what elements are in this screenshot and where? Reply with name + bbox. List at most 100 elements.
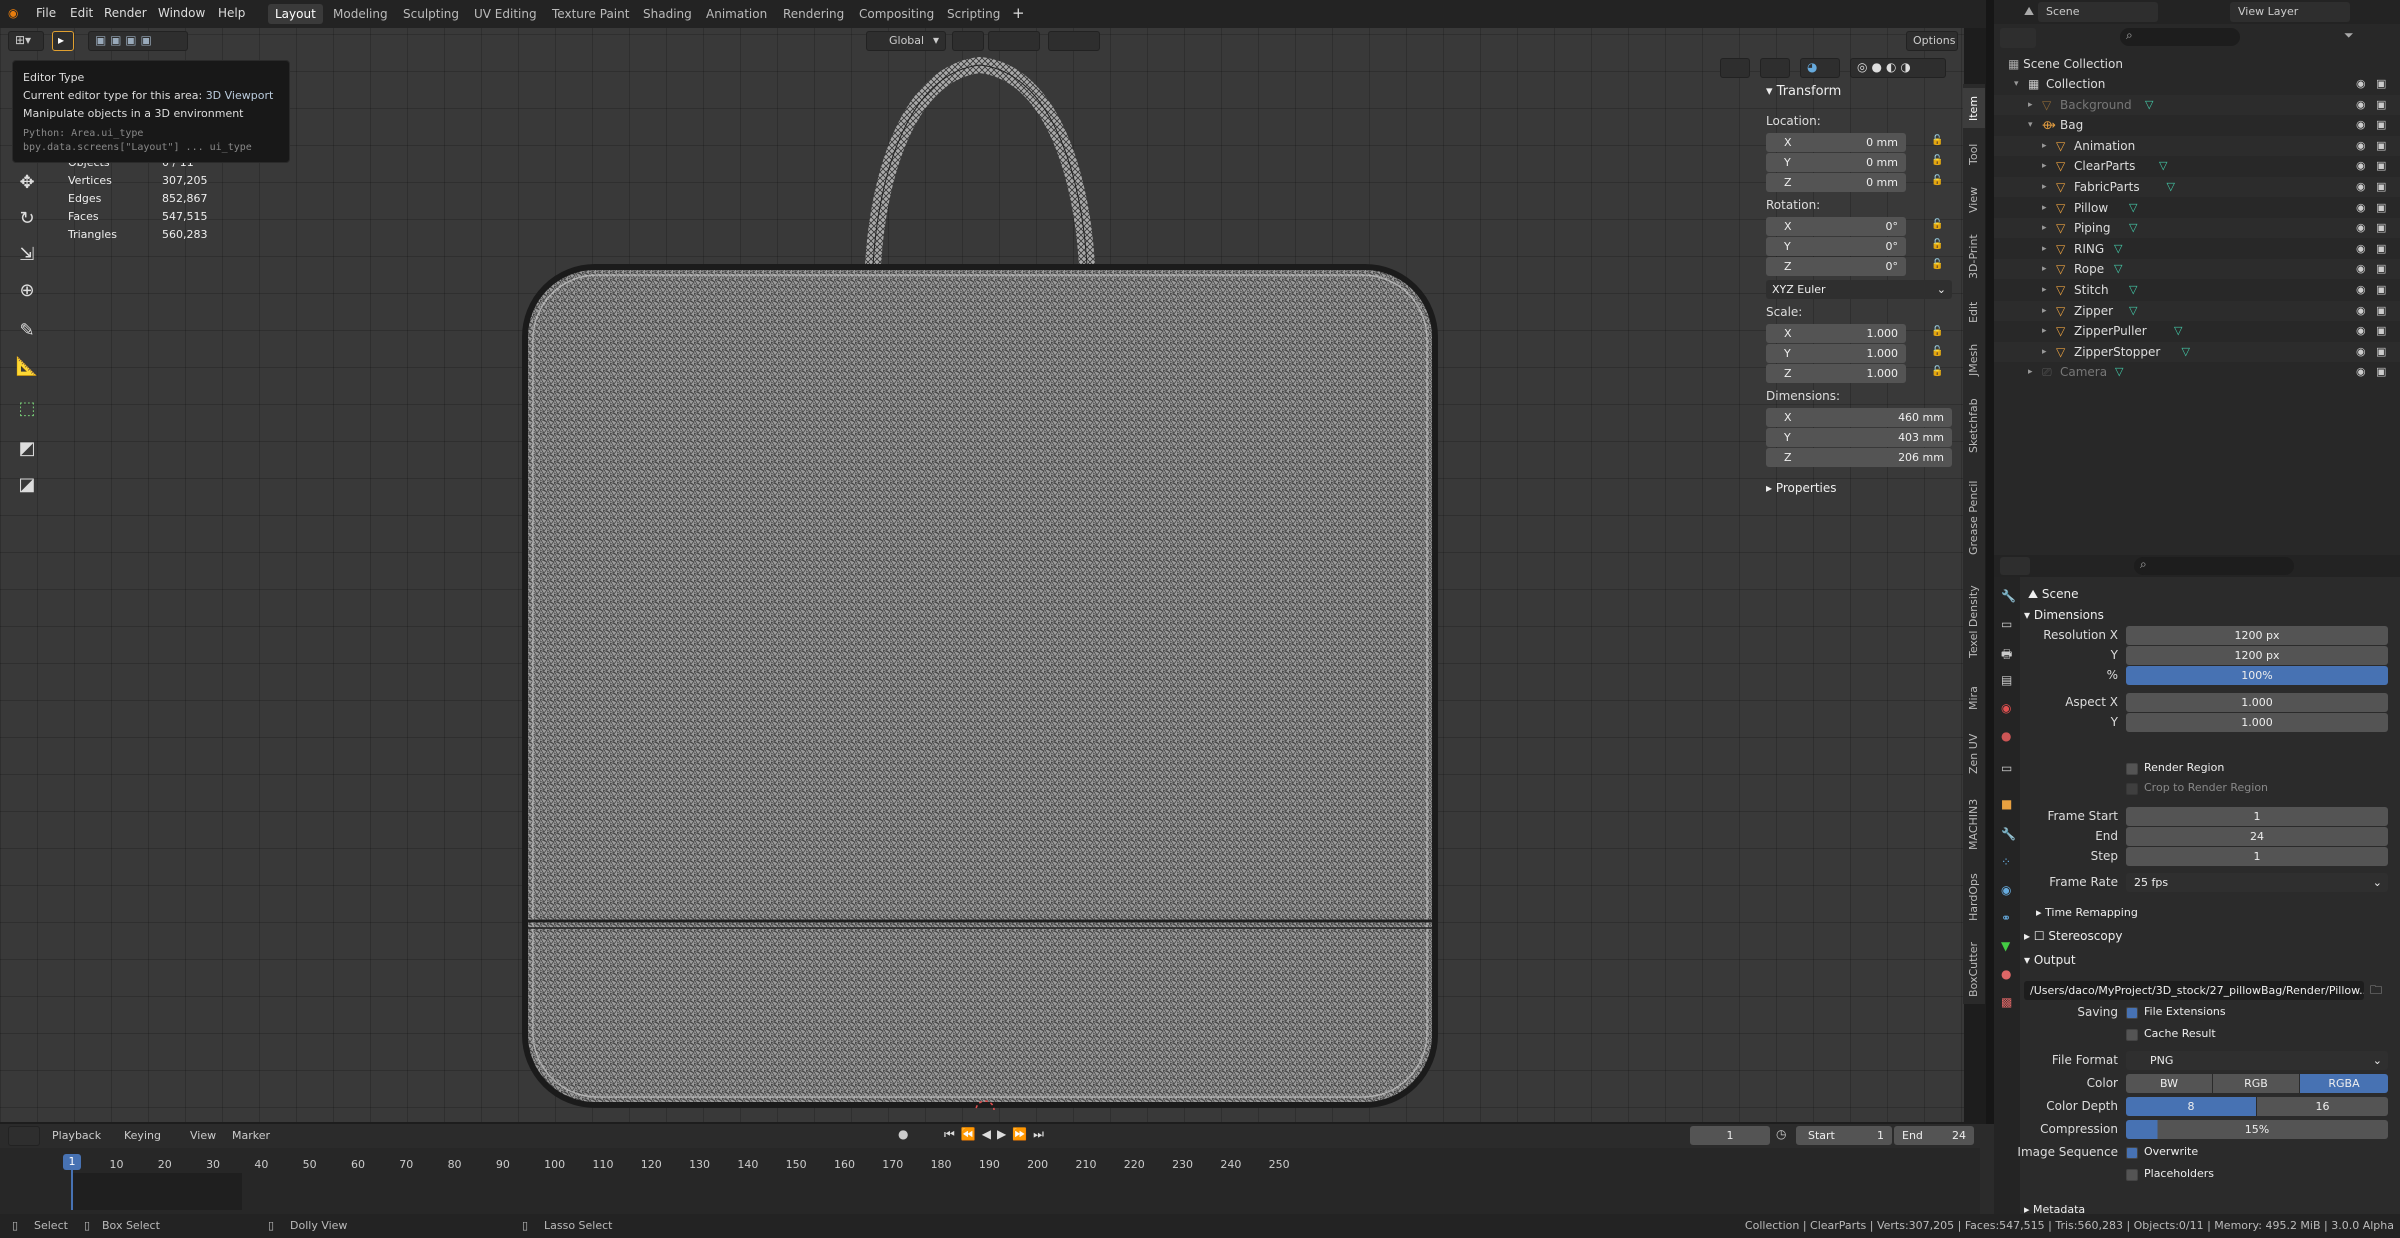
outliner-row[interactable]: ▸ ⎚ Camera ▽ ◉ ▣: [1994, 362, 2400, 382]
resolution-y-field[interactable]: 1200 px: [2126, 646, 2388, 665]
render-camera-icon[interactable]: ▣: [2376, 156, 2386, 176]
properties-subpanel[interactable]: ▸ Properties: [1766, 481, 1837, 495]
folder-icon[interactable]: 🗀: [2370, 981, 2382, 1002]
outliner-row[interactable]: ▸ ▽ FabricParts ▽ ◉ ▣: [1994, 177, 2400, 197]
color-depth-8-button[interactable]: 8: [2126, 1097, 2256, 1116]
options-dropdown[interactable]: Options: [1906, 31, 1958, 51]
expand-arrow-icon[interactable]: ▸: [2042, 259, 2047, 279]
render-camera-icon[interactable]: ▣: [2376, 95, 2386, 115]
output-panel-header[interactable]: ▾ Output: [2024, 953, 2076, 967]
tab-hardops[interactable]: HardOps: [1963, 866, 1985, 928]
proportional-edit-buttons[interactable]: [1048, 31, 1100, 51]
end-frame-field[interactable]: End 24: [1894, 1126, 1974, 1145]
rotation-y-field[interactable]: Y 0°: [1766, 237, 1906, 256]
outliner-row[interactable]: ▸ ▽ RING ▽ ◉ ▣: [1994, 239, 2400, 259]
file-extensions-checkbox[interactable]: [2126, 1007, 2138, 1019]
lock-icon[interactable]: 🔓: [1931, 155, 1943, 166]
render-camera-icon[interactable]: ▣: [2376, 218, 2386, 238]
add-workspace-icon[interactable]: +: [1012, 4, 1025, 22]
workspace-tab-rendering[interactable]: Rendering: [776, 4, 851, 24]
output-icon[interactable]: 🖶: [2001, 645, 2012, 666]
visibility-eye-icon[interactable]: ◉: [2356, 177, 2366, 197]
view-menu[interactable]: View: [190, 1129, 216, 1142]
color-depth-16-button[interactable]: 16: [2257, 1097, 2388, 1116]
frame-rate-dropdown[interactable]: 25 fps ⌄: [2126, 873, 2388, 892]
expand-arrow-icon[interactable]: ▸: [2042, 342, 2047, 362]
editor-type-button[interactable]: [8, 1126, 40, 1146]
outliner-row-scene-collection[interactable]: ▦ Scene Collection: [1994, 54, 2400, 74]
mesh-data-icon[interactable]: ▽: [2145, 95, 2153, 115]
snap-buttons[interactable]: [988, 31, 1040, 51]
color-rgba-button[interactable]: RGBA: [2300, 1074, 2388, 1093]
time-remapping-subpanel[interactable]: ▸ Time Remapping: [2036, 906, 2138, 919]
overlay-toggle[interactable]: ◕: [1800, 58, 1840, 78]
material-icon[interactable]: ●: [2001, 967, 2011, 981]
render-region-checkbox[interactable]: [2126, 763, 2138, 775]
expand-arrow-icon[interactable]: ▸: [2028, 362, 2033, 382]
outliner-row[interactable]: ▾ ⟴ Bag ◉ ▣: [1994, 115, 2400, 135]
workspace-tab-animation[interactable]: Animation: [699, 4, 774, 24]
render-camera-icon[interactable]: ▣: [2376, 136, 2386, 156]
tab-machin3[interactable]: MACHIN3: [1963, 788, 1985, 860]
workspace-tab-shading[interactable]: Shading: [636, 4, 699, 24]
current-frame-field[interactable]: 1: [1690, 1126, 1770, 1145]
visibility-dropdown[interactable]: [1720, 58, 1750, 78]
cache-result-checkbox[interactable]: [2126, 1029, 2138, 1041]
tab-item[interactable]: Item: [1963, 88, 1985, 128]
shading-mode-buttons[interactable]: ◎●◐◑: [1850, 58, 1946, 78]
lock-icon[interactable]: 🔓: [1931, 219, 1943, 230]
playback-controls[interactable]: ⏮⏪◀▶⏩⏭: [944, 1127, 1050, 1142]
expand-arrow-icon[interactable]: ▸: [2042, 301, 2047, 321]
frame-step-field[interactable]: 1: [2126, 847, 2388, 866]
transform-header[interactable]: ▾ Transform: [1766, 84, 1841, 99]
mesh-data-icon[interactable]: ▽: [2129, 198, 2137, 218]
render-camera-icon[interactable]: ▣: [2376, 259, 2386, 279]
modifier-icon[interactable]: 🔧: [2001, 827, 2016, 841]
outliner-row[interactable]: ▸ ▽ ZipperPuller ▽ ◉ ▣: [1994, 321, 2400, 341]
resolution-x-field[interactable]: 1200 px: [2126, 626, 2388, 645]
visibility-eye-icon[interactable]: ◉: [2356, 156, 2366, 176]
view-layer-selector[interactable]: View Layer: [2230, 2, 2350, 22]
outliner-row[interactable]: ▸ ▽ Pillow ▽ ◉ ▣: [1994, 198, 2400, 218]
data-icon[interactable]: ▼: [2001, 939, 2010, 953]
aspect-x-field[interactable]: 1.000: [2126, 693, 2388, 712]
workspace-tab-layout[interactable]: Layout: [268, 4, 323, 24]
expand-arrow-icon[interactable]: ▸: [2042, 218, 2047, 238]
move-tool-icon[interactable]: ✥: [14, 170, 40, 196]
tab-tool[interactable]: Tool: [1963, 134, 1985, 174]
aspect-y-field[interactable]: 1.000: [2126, 713, 2388, 732]
overwrite-checkbox[interactable]: [2126, 1147, 2138, 1159]
particles-icon[interactable]: ⁘: [2001, 855, 2011, 869]
render-camera-icon[interactable]: ▣: [2376, 198, 2386, 218]
mesh-data-icon[interactable]: ▽: [2159, 156, 2167, 176]
selection-mode-buttons[interactable]: ▣ ▣ ▣ ▣: [88, 31, 188, 51]
mesh-data-icon[interactable]: ▽: [2129, 280, 2137, 300]
lock-icon[interactable]: 🔓: [1931, 135, 1943, 146]
dimension-z-field[interactable]: Z 206 mm: [1766, 448, 1952, 467]
visibility-eye-icon[interactable]: ◉: [2356, 218, 2366, 238]
render-camera-icon[interactable]: ▣: [2376, 177, 2386, 197]
collection-icon[interactable]: ▭: [2001, 761, 2012, 775]
expand-arrow-icon[interactable]: ▾: [2014, 74, 2019, 94]
outliner-row[interactable]: ▸ ▽ Zipper ▽ ◉ ▣: [1994, 300, 2400, 321]
file-format-dropdown[interactable]: PNG ⌄: [2126, 1051, 2388, 1070]
mesh-data-icon[interactable]: ▽: [2174, 321, 2182, 341]
outliner-row[interactable]: ▸ ▽ Stitch ▽ ◉ ▣: [1994, 280, 2400, 300]
editor-type-button[interactable]: [2000, 557, 2030, 575]
visibility-eye-icon[interactable]: ◉: [2356, 321, 2366, 341]
keying-menu[interactable]: Keying: [124, 1129, 161, 1142]
lock-icon[interactable]: 🔓: [1931, 346, 1943, 357]
gizmo-toggle[interactable]: [1760, 58, 1790, 78]
lock-icon[interactable]: 🔓: [1931, 175, 1943, 186]
tab-zen-uv[interactable]: Zen UV: [1963, 726, 1985, 782]
expand-arrow-icon[interactable]: ▸: [2042, 321, 2047, 341]
mesh-data-icon[interactable]: ▽: [2182, 342, 2190, 362]
constraints-icon[interactable]: ⚭: [2001, 911, 2011, 925]
outliner-row[interactable]: ▸ ▽ Background ▽ ◉ ▣: [1994, 94, 2400, 115]
expand-arrow-icon[interactable]: ▸: [2042, 239, 2047, 259]
expand-arrow-icon[interactable]: ▸: [2028, 95, 2033, 115]
workspace-tab-compositing[interactable]: Compositing: [852, 4, 941, 24]
visibility-eye-icon[interactable]: ◉: [2356, 301, 2366, 321]
lock-icon[interactable]: 🔓: [1931, 259, 1943, 270]
render-camera-icon[interactable]: ▣: [2376, 239, 2386, 259]
